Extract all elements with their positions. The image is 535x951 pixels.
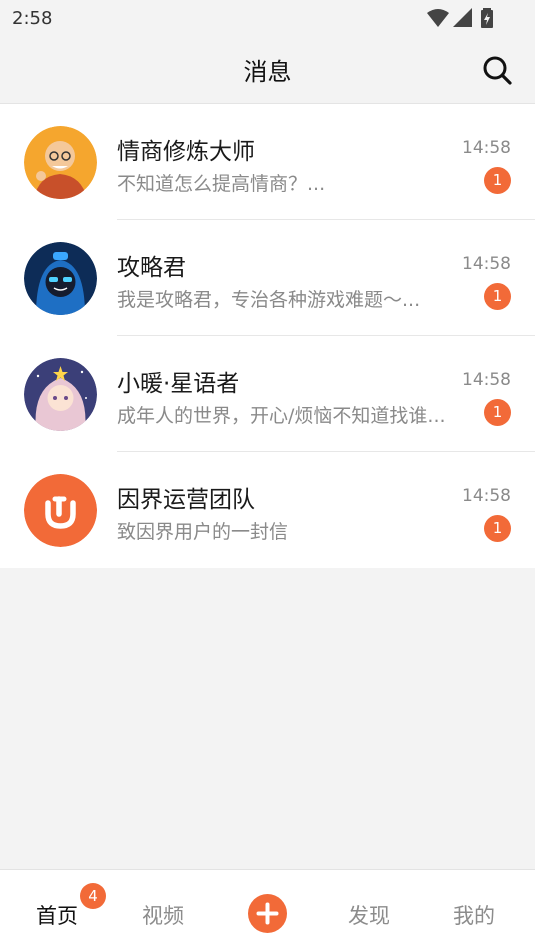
home-badge: 4 xyxy=(80,883,106,909)
conversation-time: 14:58 xyxy=(462,138,511,158)
gamer-avatar xyxy=(24,242,97,315)
conversation-time: 14:58 xyxy=(462,254,511,274)
conversation-preview: 成年人的世界，开心/烦恼不知道找谁... xyxy=(117,405,446,427)
wifi-icon xyxy=(427,9,449,27)
conversation-name: 攻略君 xyxy=(117,255,186,281)
tab-home[interactable]: 首页 xyxy=(36,900,78,930)
tab-video[interactable]: 视频 xyxy=(142,900,184,930)
signal-icon xyxy=(453,8,472,27)
monk-avatar xyxy=(24,126,97,199)
add-button[interactable] xyxy=(248,894,287,933)
unread-badge: 1 xyxy=(484,515,511,542)
conversation-row[interactable]: 因界运营团队 14:58 致因界用户的一封信 1 xyxy=(0,452,535,568)
search-icon xyxy=(483,56,512,85)
status-time: 2:58 xyxy=(12,8,53,29)
yinjie-logo-avatar xyxy=(24,474,97,547)
unread-badge: 1 xyxy=(484,283,511,310)
conversation-preview: 我是攻略君，专治各种游戏难题～... xyxy=(117,289,421,311)
conversation-row[interactable]: 小暖·星语者 14:58 成年人的世界，开心/烦恼不知道找谁... 1 xyxy=(0,336,535,452)
tab-me[interactable]: 我的 xyxy=(453,900,495,930)
plus-icon xyxy=(256,902,279,925)
conversation-preview: 致因界用户的一封信 xyxy=(117,521,289,543)
unread-badge: 1 xyxy=(484,399,511,426)
bottom-tab-bar: 首页 4 视频 发现 我的 xyxy=(0,869,535,951)
tab-discover[interactable]: 发现 xyxy=(348,900,390,930)
unread-badge: 1 xyxy=(484,167,511,194)
search-button[interactable] xyxy=(481,54,513,86)
page-title: 消息 xyxy=(243,58,292,86)
conversation-time: 14:58 xyxy=(462,486,511,506)
battery-charging-icon xyxy=(481,8,493,28)
page-header: 消息 xyxy=(0,36,535,104)
conversation-name: 情商修炼大师 xyxy=(117,139,255,165)
status-bar: 2:58 xyxy=(0,0,535,36)
conversation-row[interactable]: 情商修炼大师 14:58 不知道怎么提高情商？... 1 xyxy=(0,104,535,220)
conversation-name: 因界运营团队 xyxy=(117,487,255,513)
star-girl-avatar xyxy=(24,358,97,431)
conversation-time: 14:58 xyxy=(462,370,511,390)
conversation-list: 情商修炼大师 14:58 不知道怎么提高情商？... 1 攻略君 14:58 我… xyxy=(0,104,535,568)
conversation-name: 小暖·星语者 xyxy=(117,371,240,397)
conversation-preview: 不知道怎么提高情商？... xyxy=(117,173,326,195)
conversation-row[interactable]: 攻略君 14:58 我是攻略君，专治各种游戏难题～... 1 xyxy=(0,220,535,336)
